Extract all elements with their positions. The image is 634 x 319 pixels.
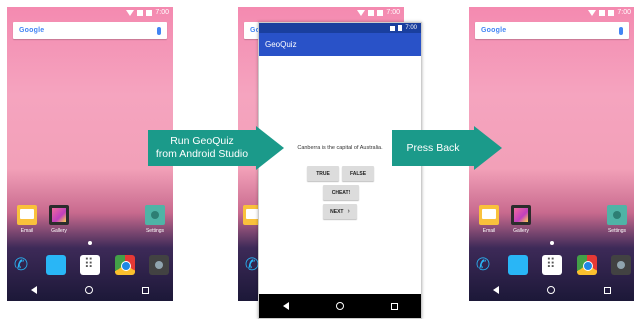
page-indicator bbox=[88, 241, 92, 245]
signal-icon bbox=[368, 9, 375, 16]
home-icon[interactable] bbox=[335, 302, 344, 310]
arrow-label: Run GeoQuiz from Android Studio bbox=[148, 130, 256, 166]
arrow-head bbox=[474, 126, 502, 170]
back-icon[interactable] bbox=[31, 286, 38, 294]
battery-icon bbox=[608, 9, 615, 16]
back-icon[interactable] bbox=[493, 286, 500, 294]
google-search-bar[interactable]: Google bbox=[475, 22, 629, 39]
wifi-icon bbox=[588, 9, 597, 16]
app-gallery[interactable]: Gallery bbox=[44, 205, 74, 234]
cheat-button[interactable]: CHEAT! bbox=[323, 185, 359, 200]
arrow-label-line1: Run GeoQuiz bbox=[170, 135, 234, 147]
dock: ✆ bbox=[473, 254, 631, 276]
battery-icon bbox=[377, 9, 384, 16]
phone-icon[interactable]: ✆ bbox=[473, 255, 493, 275]
app-label: Settings bbox=[607, 228, 627, 234]
back-icon[interactable] bbox=[282, 302, 289, 310]
mic-icon[interactable] bbox=[619, 26, 623, 35]
app-gallery[interactable]: Gallery bbox=[506, 205, 536, 234]
camera-icon[interactable] bbox=[149, 255, 169, 275]
app-label: Email bbox=[20, 228, 34, 234]
mic-icon[interactable] bbox=[157, 26, 161, 35]
nav-bar bbox=[7, 279, 173, 301]
app-label: Settings bbox=[145, 228, 165, 234]
next-button[interactable]: NEXT › bbox=[323, 204, 357, 219]
status-bar: 7:00 bbox=[238, 7, 404, 18]
run-geoquiz-arrow: Run GeoQuiz from Android Studio bbox=[148, 126, 284, 170]
app-title: GeoQuiz bbox=[265, 40, 297, 49]
google-search-bar[interactable]: Google bbox=[13, 22, 167, 39]
app-bar: GeoQuiz bbox=[259, 33, 421, 56]
press-back-arrow: Press Back bbox=[392, 126, 502, 170]
settings-icon bbox=[145, 205, 165, 225]
arrow-head bbox=[256, 126, 284, 170]
true-button[interactable]: TRUE bbox=[307, 166, 339, 181]
app-drawer-icon[interactable] bbox=[80, 255, 100, 275]
signal-icon bbox=[599, 9, 606, 16]
recents-icon[interactable] bbox=[141, 286, 149, 294]
wifi-icon bbox=[357, 9, 366, 16]
app-settings[interactable]: Settings bbox=[602, 205, 632, 234]
google-logo: Google bbox=[481, 27, 507, 34]
geoquiz-app-screen: 7:00 GeoQuiz Canberra is the capital of … bbox=[258, 22, 422, 319]
email-icon bbox=[479, 205, 499, 225]
email-icon bbox=[17, 205, 37, 225]
phone-icon[interactable]: ✆ bbox=[11, 255, 31, 275]
battery-icon bbox=[146, 9, 153, 16]
gallery-icon bbox=[49, 205, 69, 225]
app-settings[interactable]: Settings bbox=[140, 205, 170, 234]
status-time: 7:00 bbox=[617, 9, 631, 16]
messages-icon[interactable] bbox=[507, 255, 528, 275]
chevron-right-icon: › bbox=[347, 208, 350, 215]
next-label: NEXT bbox=[330, 208, 344, 215]
wifi-icon bbox=[126, 9, 135, 16]
home-icon[interactable] bbox=[547, 286, 556, 294]
nav-bar bbox=[259, 294, 421, 318]
status-bar: 7:00 bbox=[469, 7, 634, 18]
arrow-label: Press Back bbox=[392, 130, 474, 166]
arrow-label-line2: from Android Studio bbox=[155, 148, 249, 160]
app-email[interactable]: Email bbox=[474, 205, 504, 234]
dock: ✆ bbox=[11, 254, 169, 276]
gallery-icon bbox=[511, 205, 531, 225]
battery-icon bbox=[398, 25, 403, 31]
false-button[interactable]: FALSE bbox=[342, 166, 374, 181]
status-bar: 7:00 bbox=[259, 23, 421, 33]
signal-icon bbox=[390, 25, 396, 31]
signal-icon bbox=[137, 9, 144, 16]
chrome-icon[interactable] bbox=[576, 255, 597, 275]
app-label: Email bbox=[482, 228, 496, 234]
status-time: 7:00 bbox=[155, 9, 169, 16]
google-logo: Google bbox=[19, 27, 45, 34]
app-label: Gallery bbox=[513, 228, 529, 234]
status-time: 7:00 bbox=[405, 25, 417, 31]
settings-icon bbox=[607, 205, 627, 225]
recents-icon[interactable] bbox=[603, 286, 611, 294]
recents-icon[interactable] bbox=[390, 302, 398, 310]
home-icon[interactable] bbox=[85, 286, 94, 294]
app-email[interactable]: Email bbox=[12, 205, 42, 234]
status-bar: 7:00 bbox=[7, 7, 173, 18]
app-drawer-icon[interactable] bbox=[542, 255, 562, 275]
page-indicator bbox=[550, 241, 554, 245]
app-label: Gallery bbox=[51, 228, 67, 234]
camera-icon[interactable] bbox=[611, 255, 631, 275]
messages-icon[interactable] bbox=[45, 255, 66, 275]
chrome-icon[interactable] bbox=[114, 255, 135, 275]
status-time: 7:00 bbox=[386, 9, 400, 16]
nav-bar bbox=[469, 279, 634, 301]
